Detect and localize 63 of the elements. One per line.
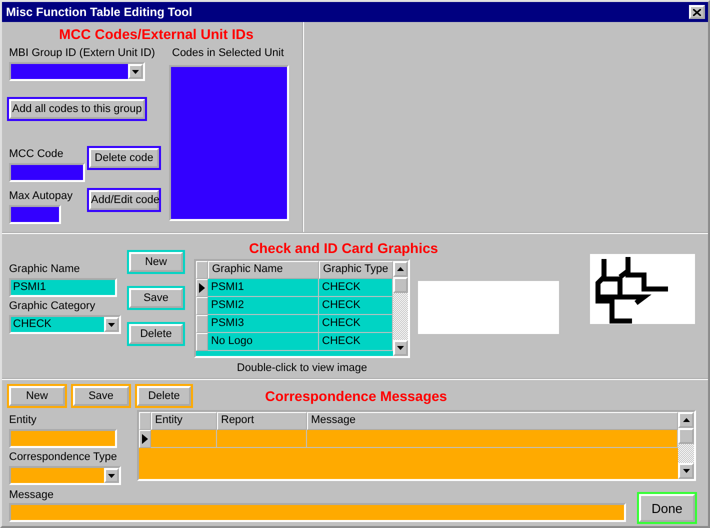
table-cell <box>151 430 217 448</box>
field-label: Correspondence Type <box>9 451 118 463</box>
column-header[interactable]: Report <box>217 412 307 430</box>
column-header[interactable]: Graphic Type <box>319 261 393 279</box>
table-cell: PSMI3 <box>208 315 319 333</box>
row-selector[interactable] <box>139 430 151 448</box>
scrollbar[interactable] <box>393 261 408 356</box>
field-label: Graphic Name <box>9 263 81 275</box>
message-action-button[interactable]: Delete <box>137 386 191 406</box>
entity-field[interactable] <box>9 429 117 448</box>
field-label: Graphic Category <box>9 300 96 312</box>
table-cell: PSMI2 <box>208 297 319 315</box>
add-all-codes-button[interactable]: Add all codes to this group <box>9 99 145 119</box>
scrollbar[interactable] <box>678 412 694 479</box>
field-label: MBI Group ID (Extern Unit ID) <box>9 47 156 59</box>
scroll-up-icon <box>397 267 404 271</box>
message-action-button[interactable]: Save <box>73 386 129 406</box>
done-button[interactable]: Done <box>639 494 695 522</box>
section-heading: MCC Codes/External Unit IDs <box>59 26 254 42</box>
list-label: Codes in Selected Unit <box>172 47 285 59</box>
column-header[interactable]: Message <box>307 412 678 430</box>
current-row-icon <box>199 283 205 293</box>
grid-hint: Double-click to view image <box>236 362 368 374</box>
graphic-action-button[interactable]: Delete <box>129 324 183 344</box>
graphic-action-button[interactable]: New <box>129 252 183 272</box>
section-heading: Correspondence Messages <box>265 388 448 404</box>
column-header[interactable]: Entity <box>151 412 217 430</box>
window-title: Misc Function Table Editing Tool <box>6 5 192 19</box>
scroll-down-icon <box>682 469 690 473</box>
add-edit-code-button[interactable]: Add/Edit code <box>89 190 159 210</box>
caret-icon <box>132 70 139 74</box>
row-selector[interactable] <box>196 279 208 297</box>
scroll-up-icon <box>682 418 690 422</box>
scroll-thumb[interactable] <box>678 428 694 444</box>
current-row-icon <box>142 434 148 444</box>
scroll-up-button[interactable] <box>393 261 408 277</box>
field-label: Message <box>9 489 55 501</box>
close-icon <box>693 8 701 16</box>
scroll-down-button[interactable] <box>678 463 694 479</box>
graphic-name-field[interactable]: PSMI1 <box>9 278 117 297</box>
max-autopay-field[interactable] <box>9 205 61 224</box>
scroll-up-button[interactable] <box>678 412 694 428</box>
field-label: Entity <box>9 414 38 426</box>
table-cell: PSMI1 <box>208 279 319 297</box>
field-label: MCC Code <box>9 148 64 160</box>
graphic-action-button[interactable]: Save <box>129 288 183 308</box>
message-action-button[interactable]: New <box>9 386 65 406</box>
field-label: Max Autopay <box>9 190 74 202</box>
caret-icon <box>108 474 115 478</box>
close-button[interactable] <box>689 5 705 19</box>
message-field[interactable] <box>9 503 626 522</box>
group-dropdown[interactable] <box>9 62 145 81</box>
codes-list[interactable] <box>169 65 289 221</box>
column-header[interactable]: Graphic Name <box>208 261 319 279</box>
graphic-category-dropdown[interactable]: CHECK <box>9 315 121 334</box>
section-heading: Check and ID Card Graphics <box>249 240 440 256</box>
mcc-code-field[interactable] <box>9 163 85 182</box>
caret-icon <box>108 322 115 326</box>
scroll-down-button[interactable] <box>393 340 408 356</box>
scroll-thumb[interactable] <box>393 277 408 293</box>
scroll-down-icon <box>397 346 404 350</box>
table-cell: No Logo <box>208 333 319 351</box>
delete-code-button[interactable]: Delete code <box>89 148 159 168</box>
